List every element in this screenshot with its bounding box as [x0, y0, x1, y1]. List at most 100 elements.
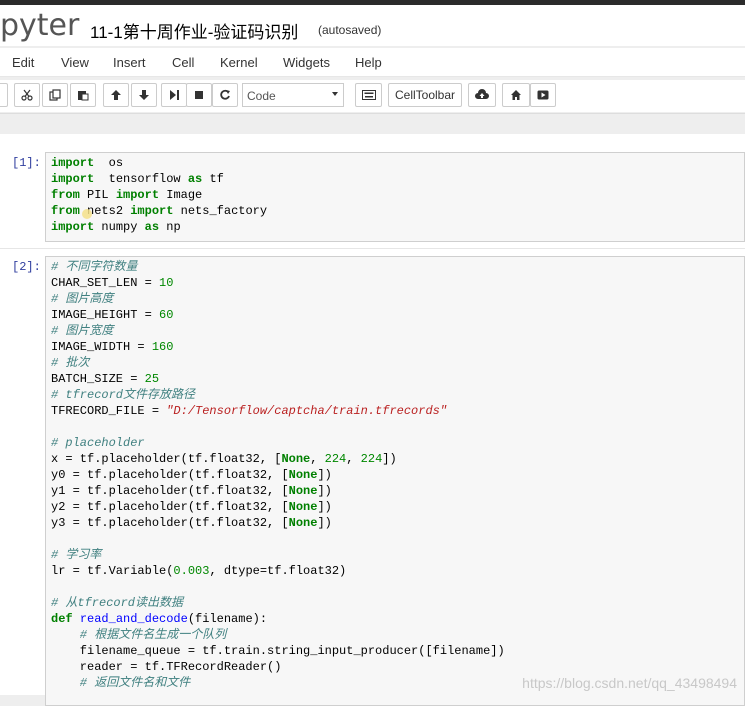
code-line: import os	[51, 155, 744, 171]
code-token: # 不同字符数量	[51, 260, 138, 274]
code-line: y3 = tf.placeholder(tf.float32, [None])	[51, 515, 744, 531]
home-button[interactable]	[502, 83, 530, 107]
save-status: (autosaved)	[318, 23, 382, 37]
code-text[interactable]: import os import tensorflow as tf from PIL…	[46, 153, 744, 239]
code-token: import	[51, 156, 95, 170]
code-line: # 学习率	[51, 547, 744, 563]
code-token: ])	[317, 500, 332, 514]
code-token: from	[51, 188, 80, 202]
code-token: None	[288, 484, 318, 498]
input-prompt: [1]:	[12, 156, 41, 170]
code-line: CHAR_SET_LEN = 10	[51, 275, 744, 291]
jupyter-logo[interactable]: pyter	[0, 8, 79, 43]
code-token: 160	[151, 340, 174, 354]
code-editor[interactable]: import os import tensorflow as tf from PIL…	[45, 152, 745, 242]
code-line: filename_queue = tf.train.string_input_p…	[51, 643, 744, 659]
code-token: read_and_decode	[79, 612, 188, 626]
restart-icon	[220, 89, 230, 100]
input-prompt: [2]:	[12, 260, 41, 274]
code-token: lr = tf.Variable(	[51, 564, 174, 578]
code-token: Image	[159, 188, 203, 202]
upload-button[interactable]	[468, 83, 496, 107]
code-line: # 图片高度	[51, 291, 744, 307]
code-token: TFRECORD_FILE =	[51, 404, 167, 418]
upload-icon	[475, 89, 489, 99]
cell-type-value: Code	[247, 89, 276, 103]
toolbar-partial-button[interactable]	[0, 83, 8, 107]
code-token: None	[281, 452, 311, 466]
code-token: ])	[382, 452, 397, 466]
code-token: filename_queue = tf.train.string_input_p…	[51, 644, 505, 658]
code-line: y1 = tf.placeholder(tf.float32, [None])	[51, 483, 744, 499]
code-token: ,	[310, 452, 325, 466]
celltoolbar-button[interactable]: CellToolbar	[388, 83, 462, 107]
code-token: IMAGE_WIDTH =	[51, 340, 152, 354]
menu-edit[interactable]: Edit	[12, 55, 34, 70]
keyboard-icon	[361, 90, 376, 100]
code-token: 0.003	[173, 564, 210, 578]
code-text[interactable]: # 不同字符数量 CHAR_SET_LEN = 10 # 图片高度 IMAGE_HEI…	[46, 257, 744, 695]
code-token: ])	[317, 516, 332, 530]
code-token: # placeholder	[51, 436, 145, 450]
code-token: y1 = tf.placeholder(tf.float32, [	[51, 484, 289, 498]
menu-kernel[interactable]: Kernel	[220, 55, 258, 70]
menu-cell[interactable]: Cell	[172, 55, 194, 70]
code-token: # 图片宽度	[51, 324, 114, 338]
code-token: 25	[144, 372, 160, 386]
restart-button[interactable]	[212, 83, 238, 107]
code-token: # 批次	[51, 356, 90, 370]
menu-help[interactable]: Help	[355, 55, 382, 70]
move-down-icon	[139, 90, 149, 100]
code-token: # tfrecord文件存放路径	[51, 388, 196, 402]
cell-type-select[interactable]: Code	[242, 83, 344, 107]
code-token: import	[130, 204, 174, 218]
code-line: def read_and_decode(filename):	[51, 611, 744, 627]
menu-widgets[interactable]: Widgets	[283, 55, 330, 70]
move-down-button[interactable]	[131, 83, 157, 107]
move-up-button[interactable]	[103, 83, 129, 107]
code-line: from nets2 import nets_factory	[51, 203, 744, 219]
code-line: y2 = tf.placeholder(tf.float32, [None])	[51, 499, 744, 515]
code-cell[interactable]: [2]: # 不同字符数量 CHAR_SET_LEN = 10 # 图片高度 IMAG…	[0, 252, 745, 706]
watermark: https://blog.csdn.net/qq_43498494	[522, 675, 737, 691]
presentation-button[interactable]	[530, 83, 556, 107]
menu-bar: Edit View Insert Cell Kernel Widgets Hel…	[0, 48, 745, 77]
code-line: reader = tf.TFRecordReader()	[51, 659, 744, 675]
code-token: from	[51, 204, 80, 218]
code-token: "D:/Tensorflow/captcha/train.tfrecords"	[166, 404, 448, 418]
code-line: # 图片宽度	[51, 323, 744, 339]
code-token: tf	[202, 172, 224, 186]
code-line: # 不同字符数量	[51, 259, 744, 275]
command-palette-button[interactable]	[355, 83, 382, 107]
copy-icon	[49, 89, 61, 101]
code-line: import numpy as np	[51, 219, 744, 235]
code-token: # 学习率	[51, 548, 102, 562]
code-token: , dtype=tf.float32)	[209, 564, 347, 578]
interrupt-button[interactable]	[186, 83, 212, 107]
menu-insert[interactable]: Insert	[113, 55, 146, 70]
code-editor[interactable]: # 不同字符数量 CHAR_SET_LEN = 10 # 图片高度 IMAGE_HEI…	[45, 256, 745, 706]
notebook-title[interactable]: 11-1第十周作业-验证码识别	[90, 18, 298, 43]
chevron-down-icon	[332, 92, 338, 96]
copy-button[interactable]	[42, 83, 68, 107]
code-line: lr = tf.Variable(0.003, dtype=tf.float32…	[51, 563, 744, 579]
mouse-cursor-highlight	[82, 209, 92, 219]
code-line: x = tf.placeholder(tf.float32, [None, 22…	[51, 451, 744, 467]
run-button[interactable]	[161, 83, 187, 107]
cut-button[interactable]	[14, 83, 40, 107]
notebook-header: pyter 11-1第十周作业-验证码识别 (autosaved)	[0, 0, 745, 46]
paste-button[interactable]	[70, 83, 96, 107]
code-token: def	[51, 612, 73, 626]
menu-view[interactable]: View	[61, 55, 89, 70]
code-token: numpy	[94, 220, 145, 234]
code-line: TFRECORD_FILE = "D:/Tensorflow/captcha/t…	[51, 403, 744, 419]
code-token: # 根据文件名生成一个队列	[51, 628, 227, 642]
stop-icon	[195, 91, 203, 99]
code-line: BATCH_SIZE = 25	[51, 371, 744, 387]
code-token: y3 = tf.placeholder(tf.float32, [	[51, 516, 289, 530]
code-token: None	[288, 468, 318, 482]
code-token: # 从tfrecord读出数据	[51, 596, 184, 610]
code-cell[interactable]: [1]: import os import tensorflow as tf fro…	[0, 148, 745, 244]
notebook-gap	[0, 114, 745, 134]
